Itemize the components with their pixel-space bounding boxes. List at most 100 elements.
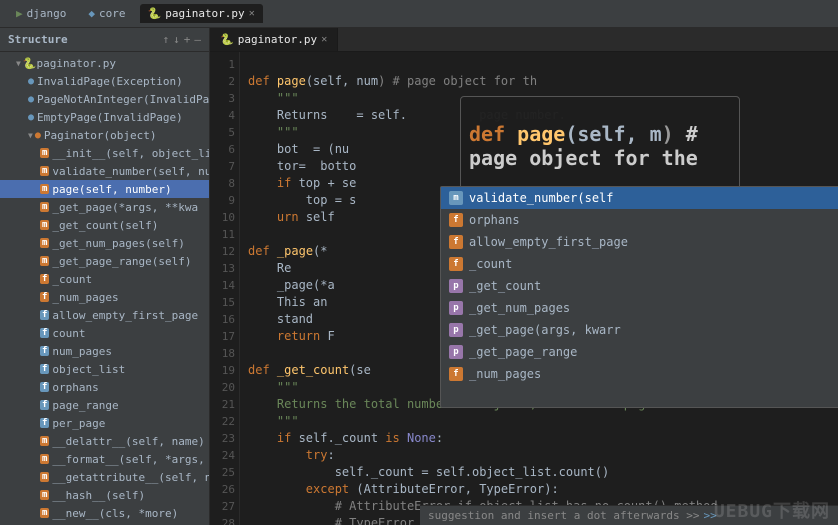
- autocomplete-item-get-page-range[interactable]: p _get_page_range: [441, 341, 838, 363]
- tree-item-label: __getattribute__(self, na: [52, 471, 209, 484]
- field-icon: f: [40, 310, 49, 320]
- tab-django[interactable]: ▶ django: [8, 4, 74, 23]
- tree-allow-empty[interactable]: f allow_empty_first_page: [0, 306, 209, 324]
- tree-item-label: Paginator(object): [44, 129, 157, 142]
- tree-num-pages-prop[interactable]: f _num_pages: [0, 288, 209, 306]
- tab-core[interactable]: ◆ core: [80, 4, 133, 23]
- autocomplete-label: _get_num_pages: [469, 301, 570, 315]
- tree-new[interactable]: m __new__(cls, *more): [0, 504, 209, 522]
- sidebar-header: Structure ↑ ↓ + –: [0, 28, 209, 52]
- tree-page-not-integer[interactable]: ● PageNotAnInteger(InvalidPa: [0, 90, 209, 108]
- tree-get-count[interactable]: m _get_count(self): [0, 216, 209, 234]
- tree-paginator-file[interactable]: ▼ 🐍 paginator.py: [0, 54, 209, 72]
- field-icon: f: [40, 292, 49, 302]
- method-icon: m: [40, 436, 49, 446]
- tree-get-num-pages[interactable]: m _get_num_pages(self): [0, 234, 209, 252]
- field-icon: f: [40, 274, 49, 284]
- class-icon: ●: [28, 94, 34, 105]
- editor-tab-label: paginator.py: [238, 33, 317, 46]
- tree-item-label: validate_number(self, nu: [52, 165, 209, 178]
- tree-count-field[interactable]: f count: [0, 324, 209, 342]
- autocomplete-item-get-num-pages[interactable]: p _get_num_pages: [441, 297, 838, 319]
- watermark: UEBUG下载网: [714, 497, 830, 523]
- tree-item-label: count: [52, 327, 85, 340]
- down-icon[interactable]: ↓: [173, 33, 180, 46]
- field-badge: f: [449, 235, 463, 249]
- autocomplete-item-num-pages[interactable]: f _num_pages: [441, 363, 838, 385]
- tree-hash[interactable]: m __hash__(self): [0, 486, 209, 504]
- tab-django-label: django: [27, 7, 67, 20]
- autocomplete-items-list: m validate_number(self f orphans f allow…: [441, 187, 838, 387]
- autocomplete-item-validate[interactable]: m validate_number(self: [441, 187, 838, 209]
- field-badge: f: [449, 257, 463, 271]
- tab-paginator[interactable]: 🐍 paginator.py ✕: [140, 4, 263, 23]
- method-icon: m: [40, 490, 49, 500]
- field-badge: f: [449, 367, 463, 381]
- add-icon[interactable]: +: [184, 33, 191, 46]
- tree-item-label: page_range: [52, 399, 118, 412]
- tree-validate-number[interactable]: m validate_number(self, nu: [0, 162, 209, 180]
- remove-icon[interactable]: –: [194, 33, 201, 46]
- tree-item-label: per_page: [52, 417, 105, 430]
- tree-page-method[interactable]: m page(self, number): [0, 180, 209, 198]
- tree-invalid-page[interactable]: ● InvalidPage(Exception): [0, 72, 209, 90]
- property-badge: p: [449, 345, 463, 359]
- property-badge: p: [449, 323, 463, 337]
- tree-count-prop[interactable]: f _count: [0, 270, 209, 288]
- autocomplete-item-orphans[interactable]: f orphans: [441, 209, 838, 231]
- tree-delattr[interactable]: m __delattr__(self, name): [0, 432, 209, 450]
- property-badge: p: [449, 279, 463, 293]
- tree-per-page-field[interactable]: f per_page: [0, 414, 209, 432]
- up-icon[interactable]: ↑: [163, 33, 170, 46]
- tree-num-pages-field[interactable]: f num_pages: [0, 342, 209, 360]
- tree-getattribute[interactable]: m __getattribute__(self, na: [0, 468, 209, 486]
- editor-tabs: 🐍 paginator.py ✕: [210, 28, 838, 52]
- class-icon: ●: [28, 112, 34, 123]
- tree-item-label: orphans: [52, 381, 98, 394]
- method-icon: m: [40, 472, 49, 482]
- field-icon: f: [40, 418, 49, 428]
- method-icon: m: [40, 238, 49, 248]
- editor-tab-paginator[interactable]: 🐍 paginator.py ✕: [210, 28, 338, 51]
- autocomplete-label: allow_empty_first_page: [469, 235, 628, 249]
- tree-item-label: __new__(cls, *more): [52, 507, 178, 520]
- tree-empty-page[interactable]: ● EmptyPage(InvalidPage): [0, 108, 209, 126]
- autocomplete-label: _num_pages: [469, 367, 541, 381]
- tree-init[interactable]: m __init__(self, object_list,: [0, 144, 209, 162]
- tree-page-range-field[interactable]: f page_range: [0, 396, 209, 414]
- tab-core-label: core: [99, 7, 126, 20]
- tree-get-page[interactable]: m _get_page(*args, **kwa: [0, 198, 209, 216]
- autocomplete-item-count[interactable]: f count: [441, 385, 838, 387]
- tree-object-list-field[interactable]: f object_list: [0, 360, 209, 378]
- method-badge: m: [449, 191, 463, 205]
- tree-item-label: __format__(self, *args,: [52, 453, 204, 466]
- autocomplete-label: _count: [469, 257, 512, 271]
- line-numbers: 12345 678910 1112131415 1617181920 21222…: [210, 52, 240, 525]
- tree-item-label: __delattr__(self, name): [52, 435, 204, 448]
- tree-item-label: __hash__(self): [52, 489, 145, 502]
- autocomplete-label: _get_page(args, kwarr: [469, 323, 621, 337]
- sidebar-title: Structure: [8, 33, 68, 46]
- autocomplete-magnifier: def page(self, m) # page object for the: [460, 96, 740, 196]
- autocomplete-item-count-private[interactable]: f _count: [441, 253, 838, 275]
- autocomplete-item-get-count[interactable]: p _get_count: [441, 275, 838, 297]
- class-icon: ●: [35, 130, 41, 141]
- tree-get-page-range[interactable]: m _get_page_range(self): [0, 252, 209, 270]
- method-icon: m: [40, 220, 49, 230]
- tree-item-label: page(self, number): [52, 183, 171, 196]
- autocomplete-item-allow-empty[interactable]: f allow_empty_first_page: [441, 231, 838, 253]
- field-icon: f: [40, 382, 49, 392]
- file-icon: 🐍: [23, 57, 37, 70]
- autocomplete-list: m validate_number(self f orphans f allow…: [440, 186, 838, 408]
- close-tab-icon[interactable]: ✕: [321, 34, 327, 45]
- tree-orphans-field[interactable]: f orphans: [0, 378, 209, 396]
- close-icon[interactable]: ✕: [249, 8, 255, 19]
- class-icon: ●: [28, 76, 34, 87]
- autocomplete-item-get-page[interactable]: p _get_page(args, kwarr: [441, 319, 838, 341]
- method-icon: m: [40, 256, 49, 266]
- tree-paginator-class[interactable]: ▼ ● Paginator(object): [0, 126, 209, 144]
- tree-item-label: num_pages: [52, 345, 112, 358]
- method-icon: m: [40, 508, 49, 518]
- django-icon: ▶: [16, 7, 23, 20]
- tree-format[interactable]: m __format__(self, *args,: [0, 450, 209, 468]
